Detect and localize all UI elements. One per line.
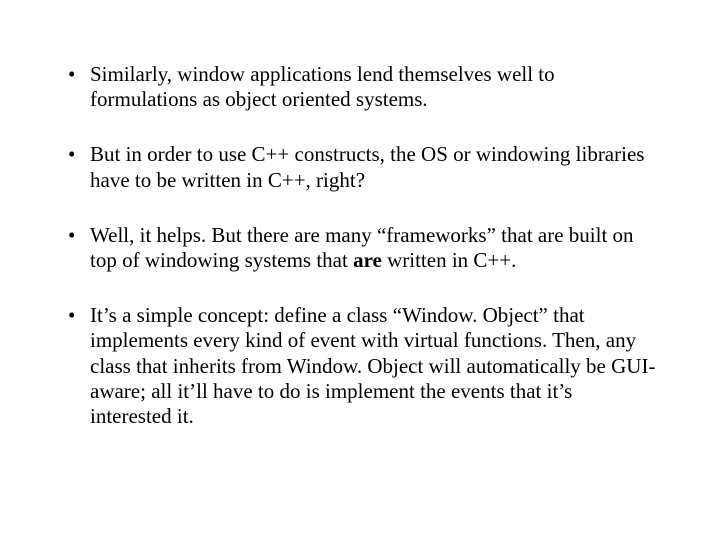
bullet-list: Similarly, window applications lend them…	[62, 62, 658, 429]
bullet-text: But in order to use C++ constructs, the …	[90, 142, 644, 191]
slide: Similarly, window applications lend them…	[0, 0, 720, 540]
list-item: Well, it helps. But there are many “fram…	[62, 223, 658, 273]
list-item: But in order to use C++ constructs, the …	[62, 142, 658, 192]
bullet-text: Similarly, window applications lend them…	[90, 62, 555, 111]
bullet-text-part: written in C++.	[382, 248, 517, 272]
bullet-text-bold: are	[353, 248, 382, 272]
bullet-text: It’s a simple concept: define a class “W…	[90, 303, 655, 428]
list-item: Similarly, window applications lend them…	[62, 62, 658, 112]
list-item: It’s a simple concept: define a class “W…	[62, 303, 658, 429]
